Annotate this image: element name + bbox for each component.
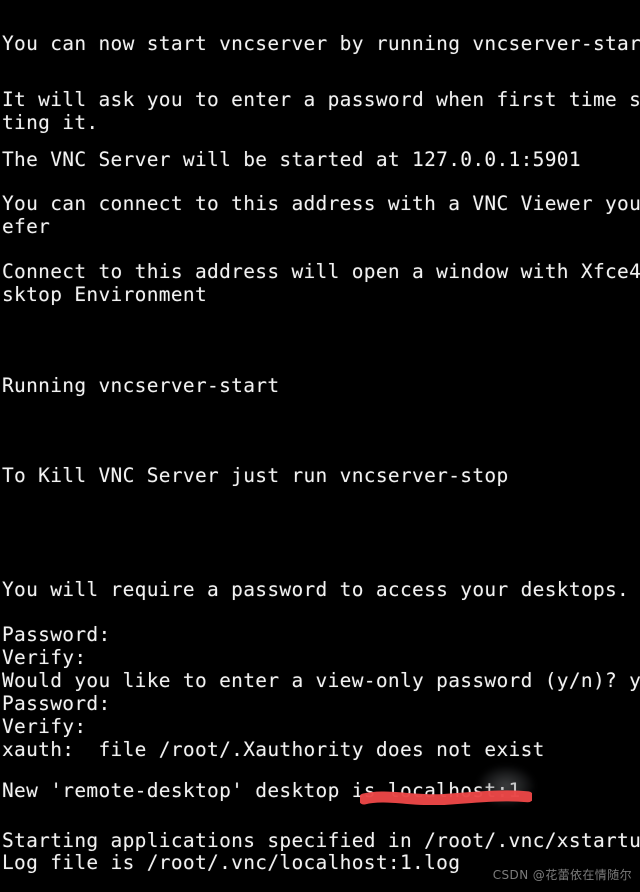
terminal-line: Running vncserver-start <box>2 374 280 397</box>
terminal-line: You can connect to this address with a V… <box>2 192 640 215</box>
terminal-line: You will require a password to access yo… <box>2 578 630 601</box>
terminal-line: Password: <box>2 692 111 715</box>
terminal-line: efer <box>2 215 51 238</box>
csdn-watermark: CSDN @花蕾依在情随尔 <box>492 868 632 882</box>
terminal-line: To Kill VNC Server just run vncserver-st… <box>2 464 509 487</box>
terminal-line: You can now start vncserver by running v… <box>2 32 640 55</box>
terminal-line: Verify: <box>2 646 87 669</box>
terminal-output[interactable]: You can now start vncserver by running v… <box>0 0 640 892</box>
terminal-line: It will ask you to enter a password when… <box>2 88 640 111</box>
terminal-line: Password: <box>2 623 111 646</box>
terminal-line: ting it. <box>2 111 99 134</box>
terminal-line: Log file is /root/.vnc/localhost:1.log <box>2 851 461 874</box>
terminal-line: New 'remote-desktop' desktop is localhos… <box>2 779 521 802</box>
terminal-line: The VNC Server will be started at 127.0.… <box>2 148 581 171</box>
terminal-line: xauth: file /root/.Xauthority does not e… <box>2 738 545 761</box>
terminal-line: sktop Environment <box>2 283 208 306</box>
terminal-line: Starting applications specified in /root… <box>2 829 640 852</box>
terminal-line: Would you like to enter a view-only pass… <box>2 669 640 692</box>
terminal-line: Verify: <box>2 715 87 738</box>
terminal-line: Connect to this address will open a wind… <box>2 260 640 283</box>
